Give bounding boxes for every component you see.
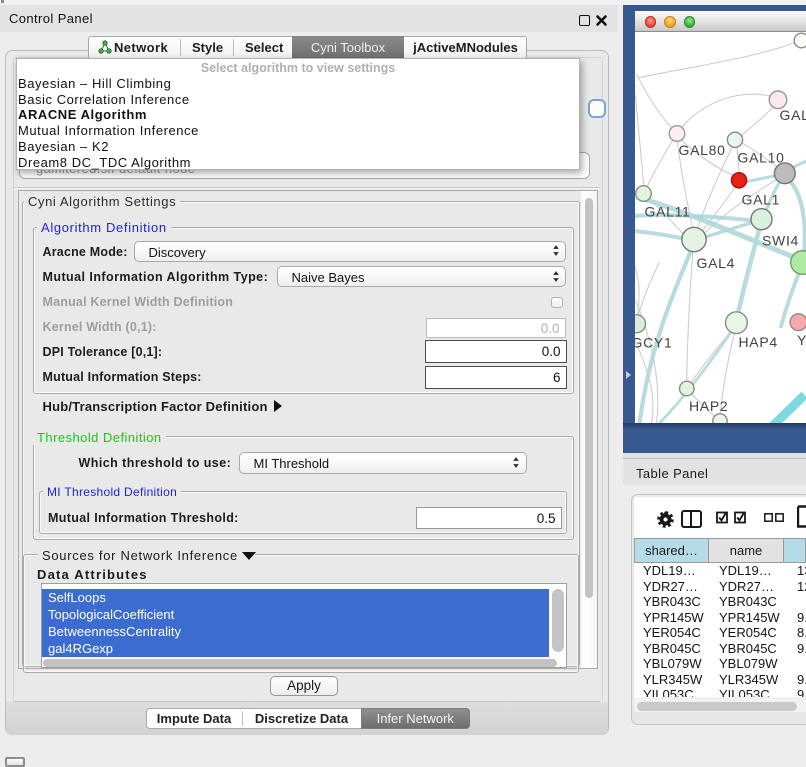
svg-text:HAP4: HAP4: [738, 334, 777, 350]
svg-text:Y: Y: [797, 332, 806, 348]
svg-text:SWI4: SWI4: [762, 232, 799, 248]
svg-text:GCY1: GCY1: [635, 335, 672, 351]
svg-text:GAL11: GAL11: [644, 204, 690, 220]
svg-text:GAL4: GAL4: [696, 255, 735, 271]
svg-text:GAL80: GAL80: [678, 142, 725, 158]
svg-text:GAL10: GAL10: [737, 150, 784, 166]
svg-text:GAL7: GAL7: [779, 107, 806, 123]
svg-text:HAP2: HAP2: [689, 398, 728, 414]
svg-text:GAL1: GAL1: [741, 192, 780, 208]
